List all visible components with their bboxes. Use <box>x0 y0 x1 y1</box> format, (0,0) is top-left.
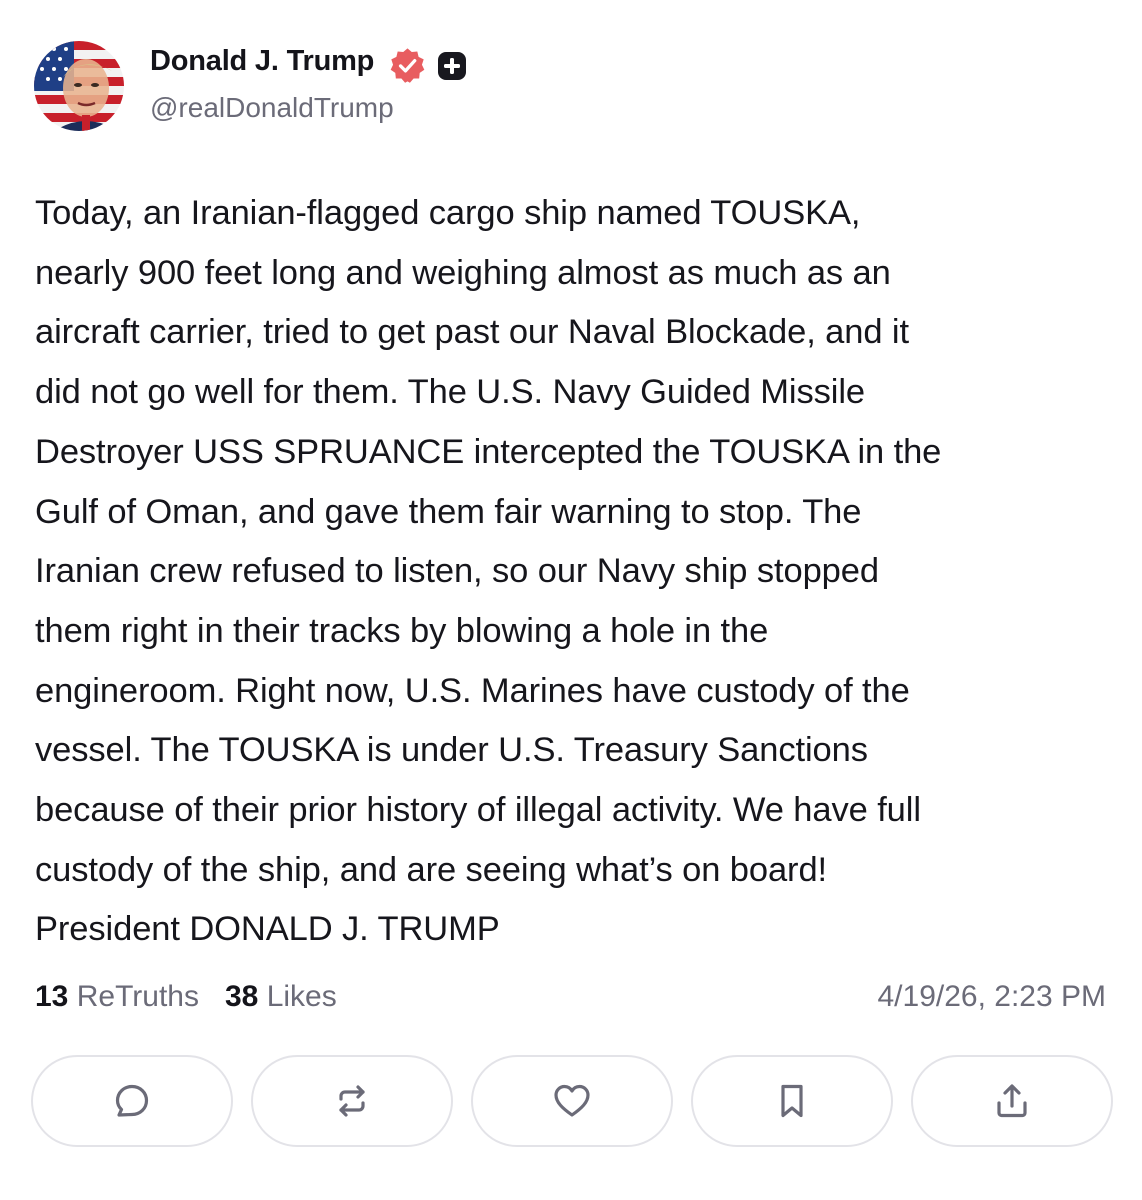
author-display-name[interactable]: Donald J. Trump <box>150 45 374 78</box>
post-line: did not go well for them. The U.S. Navy … <box>35 373 865 412</box>
action-bar <box>31 1055 1113 1147</box>
bookmark-button[interactable] <box>691 1055 893 1147</box>
engagement-stats: 13 ReTruths 38 Likes <box>35 980 337 1014</box>
likes-label: Likes <box>266 980 337 1013</box>
retruths-count: 13 <box>35 980 69 1013</box>
retruths-stat[interactable]: 13 ReTruths <box>35 980 199 1013</box>
post-line: nearly 900 feet long and weighing almost… <box>35 253 891 292</box>
retruths-label: ReTruths <box>76 980 199 1013</box>
like-button[interactable] <box>471 1055 673 1147</box>
post-line: engineroom. Right now, U.S. Marines have… <box>35 671 910 710</box>
share-icon <box>997 1084 1027 1118</box>
reply-icon <box>115 1084 149 1117</box>
post-line: President DONALD J. TRUMP <box>35 910 500 949</box>
like-heart-icon <box>554 1084 590 1117</box>
truth-post: Donald J. Trump @realDonaldTrump Today, … <box>0 0 1142 1200</box>
retruth-icon <box>339 1085 365 1117</box>
post-line: Iranian crew refused to listen, so our N… <box>35 552 879 591</box>
post-line: because of their prior history of illega… <box>35 791 921 830</box>
post-line: Today, an Iranian-flagged cargo ship nam… <box>35 194 861 232</box>
plus-badge-icon <box>438 52 466 80</box>
post-line: custody of the ship, and are seeing what… <box>35 850 828 889</box>
post-line: vessel. The TOUSKA is under U.S. Treasur… <box>35 731 868 770</box>
verified-badge-icon <box>390 48 425 83</box>
share-button[interactable] <box>911 1055 1113 1147</box>
post-line: Gulf of Oman, and gave them fair warning… <box>35 492 862 531</box>
author-avatar[interactable] <box>34 41 124 131</box>
likes-stat[interactable]: 38 Likes <box>225 980 337 1013</box>
post-timestamp[interactable]: 4/19/26, 2:23 PM <box>878 980 1107 1014</box>
bookmark-icon <box>781 1084 803 1118</box>
post-line: them right in their tracks by blowing a … <box>35 611 769 650</box>
likes-count: 38 <box>224 980 259 1013</box>
retruth-button[interactable] <box>251 1055 453 1147</box>
reply-button[interactable] <box>31 1055 233 1147</box>
post-body: Today, an Iranian-flagged cargo ship nam… <box>35 184 1115 960</box>
author-handle[interactable]: @realDonaldTrump <box>150 92 394 124</box>
post-line: aircraft carrier, tried to get past our … <box>35 313 909 352</box>
post-line: Destroyer USS SPRUANCE intercepted the T… <box>35 432 942 471</box>
flag-portrait-avatar <box>34 41 124 131</box>
